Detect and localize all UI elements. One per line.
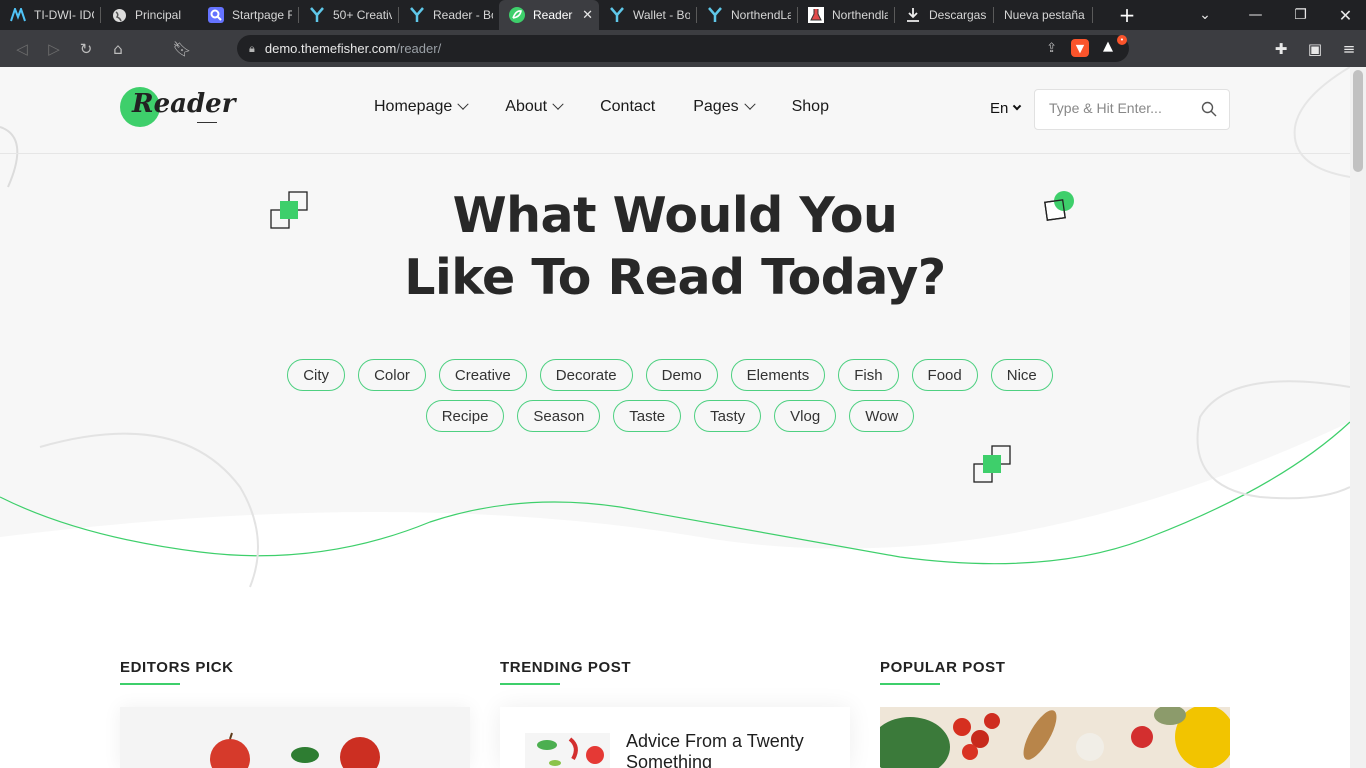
tag-taste[interactable]: Taste xyxy=(613,400,682,432)
menu-icon[interactable]: ≡ xyxy=(1332,40,1366,58)
tag-row: City Color Creative Decorate Demo Elemen… xyxy=(270,359,1070,391)
browser-tab[interactable]: NorthendLa xyxy=(697,0,797,30)
share-icon[interactable]: ⇪ xyxy=(1046,41,1057,56)
bootstrap-y-icon xyxy=(409,7,425,23)
tag-decorate[interactable]: Decorate xyxy=(539,359,633,391)
wallet-icon[interactable]: ▣ xyxy=(1298,40,1332,58)
nav-pages[interactable]: Pages xyxy=(693,98,756,116)
trending-post-card[interactable]: Advice From a Twenty Something xyxy=(500,707,850,768)
site-logo[interactable]: Reader xyxy=(120,85,235,135)
tag-fish[interactable]: Fish xyxy=(838,359,899,391)
tag-creative[interactable]: Creative xyxy=(438,359,527,391)
home-icon[interactable]: ⌂ xyxy=(102,40,134,58)
nav-homepage[interactable]: Homepage xyxy=(374,98,469,116)
web-page: Reader Homepage About Contact Pages Shop… xyxy=(0,67,1350,768)
lock-icon: 🔒︎ xyxy=(249,41,255,55)
browser-tab-strip: TI-DWI- IDG Principal Startpage Re 50+ C… xyxy=(0,0,1366,30)
trending-post-title[interactable]: Advice From a Twenty Something xyxy=(626,731,836,768)
tag-nice[interactable]: Nice xyxy=(990,359,1053,391)
popular-post-heading: POPULAR POST xyxy=(880,659,1006,676)
trending-thumbnail-image xyxy=(525,733,610,768)
back-icon[interactable]: ◁ xyxy=(6,40,38,58)
tag-season[interactable]: Season xyxy=(517,400,601,432)
hero-title: What Would You Like To Read Today? xyxy=(404,187,946,306)
chevron-down-icon xyxy=(743,98,756,110)
globe-icon xyxy=(111,7,127,23)
site-logo-icon xyxy=(10,7,26,23)
download-icon xyxy=(905,7,921,23)
bootstrap-y-icon xyxy=(609,7,625,23)
tag-color[interactable]: Color xyxy=(358,359,426,391)
forward-icon[interactable]: ▷ xyxy=(38,40,70,58)
language-selector[interactable]: En xyxy=(990,100,1022,117)
close-window-icon[interactable]: ✕ xyxy=(1323,6,1366,25)
popular-post-image[interactable] xyxy=(880,707,1230,768)
site-header: Reader Homepage About Contact Pages Shop… xyxy=(0,67,1350,154)
chevron-down-icon xyxy=(457,98,469,110)
tag-demo[interactable]: Demo xyxy=(645,359,718,391)
decorative-squares-icon xyxy=(973,445,1011,483)
url-path: /reader/ xyxy=(396,41,442,56)
tab-search-chevron-icon[interactable]: ⌄ xyxy=(1196,7,1214,23)
extension-toolbar: ✚ ▣ ≡ xyxy=(1264,30,1366,67)
main-nav: Homepage About Contact Pages Shop xyxy=(374,98,867,116)
browser-tab[interactable]: 50+ Creative xyxy=(299,0,398,30)
url-text: demo.themefisher.com/reader/ xyxy=(265,41,441,56)
flask-icon xyxy=(808,7,824,23)
url-host: demo.themefisher.com xyxy=(264,41,397,56)
tag-wow[interactable]: Wow xyxy=(849,400,915,432)
apples-image xyxy=(120,707,470,768)
browser-tab[interactable]: Descargas xyxy=(895,0,993,30)
page-scrollbar[interactable] xyxy=(1350,67,1366,768)
nav-about[interactable]: About xyxy=(505,98,564,116)
browser-tab[interactable]: Northendla xyxy=(798,0,894,30)
new-tab-button[interactable]: + xyxy=(1117,3,1137,27)
search-icon[interactable] xyxy=(1201,101,1217,117)
browser-tab[interactable]: Principal xyxy=(101,0,198,30)
vegetables-spices-image xyxy=(880,707,1230,768)
trending-post-heading: TRENDING POST xyxy=(500,659,632,676)
brave-shields-icon[interactable]: ▼ xyxy=(1071,39,1089,57)
tag-elements[interactable]: Elements xyxy=(730,359,826,391)
reader-leaf-icon xyxy=(509,7,525,23)
window-controls: ⌄ — ❐ ✕ xyxy=(1196,0,1366,30)
tag-row: Recipe Season Taste Tasty Vlog Wow xyxy=(270,400,1070,432)
minimize-icon[interactable]: — xyxy=(1233,7,1278,23)
bootstrap-y-icon xyxy=(707,7,723,23)
search-box xyxy=(1034,89,1230,130)
tag-city[interactable]: City xyxy=(287,359,346,391)
chevron-down-icon xyxy=(552,98,564,110)
browser-tab[interactable]: Startpage Re xyxy=(198,0,298,30)
tag-food[interactable]: Food xyxy=(911,359,978,391)
bookmark-icon[interactable]: 🔖︎ xyxy=(166,40,198,58)
search-input[interactable] xyxy=(1049,100,1189,116)
editors-pick-image[interactable] xyxy=(120,707,470,768)
close-tab-icon[interactable]: ✕ xyxy=(582,7,593,23)
tag-recipe[interactable]: Recipe xyxy=(425,400,505,432)
tag-tasty[interactable]: Tasty xyxy=(694,400,762,432)
browser-tab[interactable]: Reader - Boo xyxy=(399,0,499,30)
reload-icon[interactable]: ↻ xyxy=(70,40,102,58)
nav-contact[interactable]: Contact xyxy=(600,98,655,116)
tag-cloud: City Color Creative Decorate Demo Elemen… xyxy=(270,359,1070,441)
extensions-icon[interactable]: ✚ xyxy=(1264,40,1298,58)
startpage-icon xyxy=(208,7,224,23)
restore-icon[interactable]: ❐ xyxy=(1278,7,1323,23)
editors-pick-heading: EDITORS PICK xyxy=(120,659,234,676)
bootstrap-y-icon xyxy=(309,7,325,23)
logo-text: Reader xyxy=(132,89,236,119)
browser-tab[interactable]: Nueva pestaña xyxy=(994,0,1092,30)
browser-tab[interactable]: TI-DWI- IDG xyxy=(0,0,100,30)
chevron-down-icon xyxy=(1013,101,1022,110)
browser-tab-active[interactable]: Reader | ✕ xyxy=(499,0,599,30)
scrollbar-thumb[interactable] xyxy=(1353,70,1363,172)
nav-shop[interactable]: Shop xyxy=(792,98,829,116)
tag-vlog[interactable]: Vlog xyxy=(774,400,837,432)
address-bar[interactable]: 🔒︎ demo.themefisher.com/reader/ ⇪ ▼ ▲ • xyxy=(237,35,1129,62)
brave-rewards-icon[interactable]: ▲ • xyxy=(1103,35,1127,57)
browser-tab[interactable]: Wallet - Boo xyxy=(599,0,696,30)
